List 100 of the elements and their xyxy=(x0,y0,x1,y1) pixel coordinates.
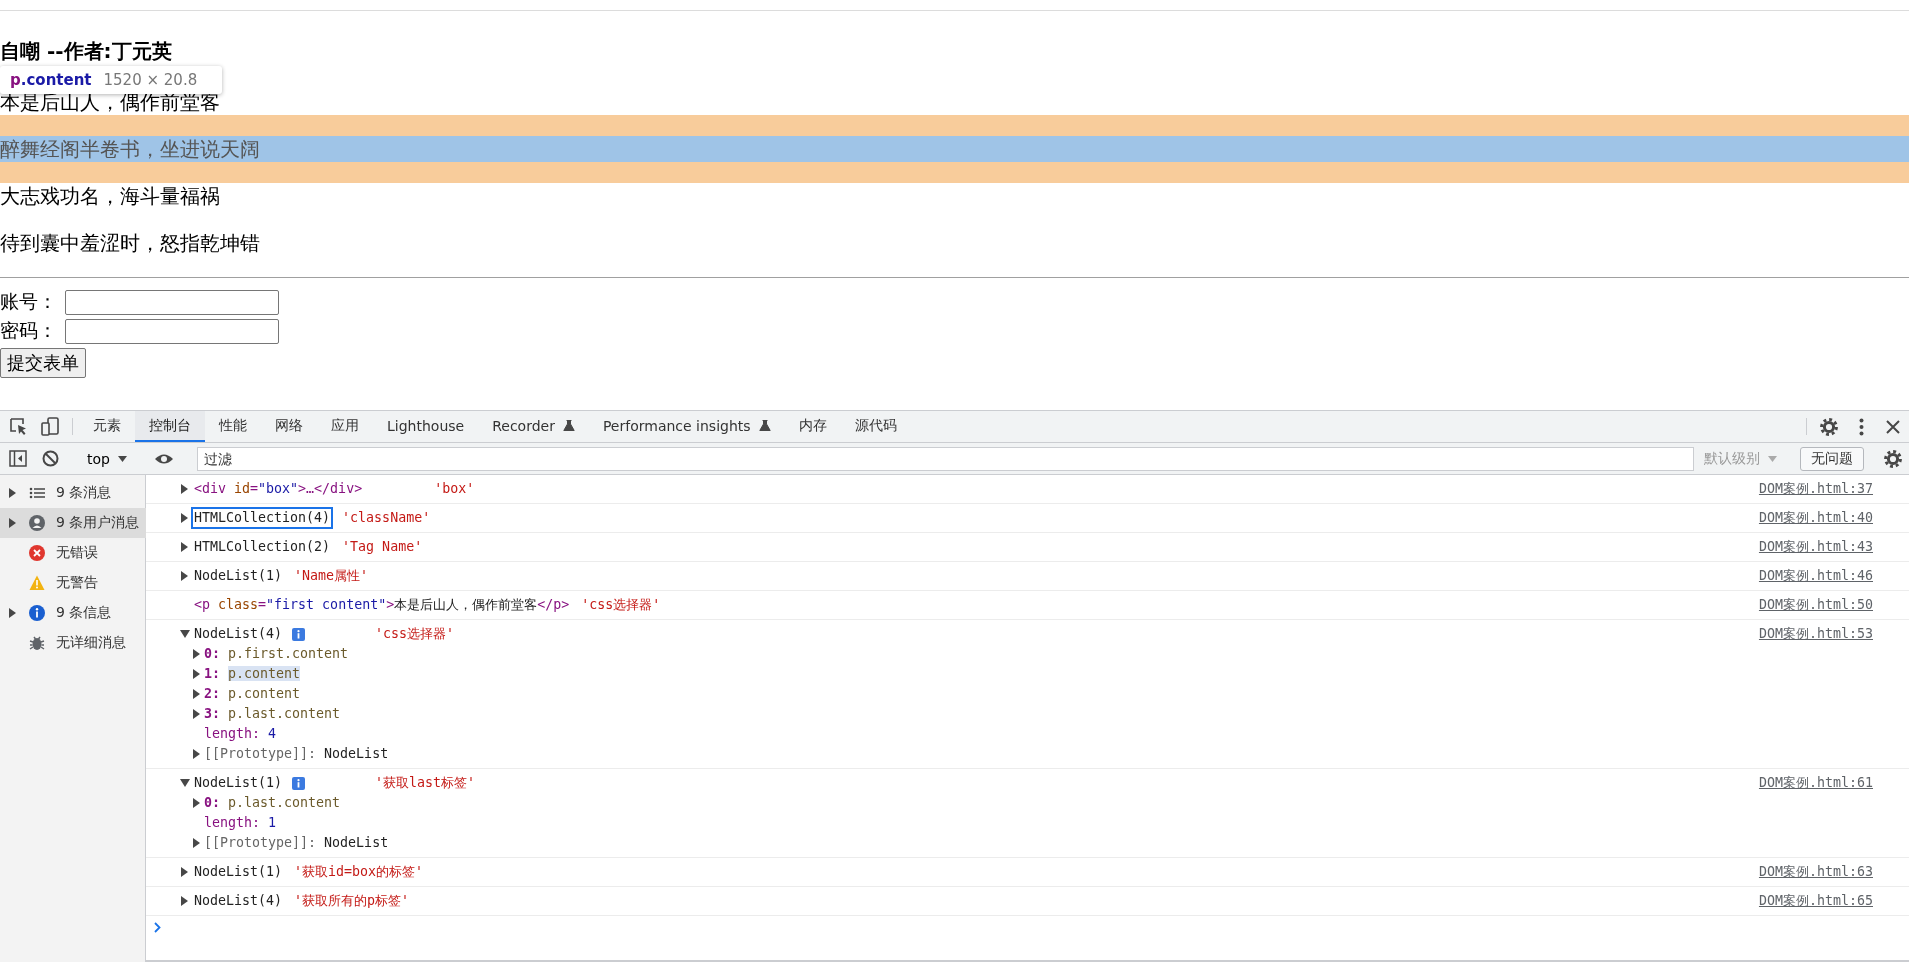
expand-arrow-icon[interactable] xyxy=(192,709,200,719)
object-summary[interactable]: NodeList(4) xyxy=(192,891,285,911)
source-link[interactable]: DOM案例.html:46 xyxy=(1758,566,1873,586)
log-label: 'css选择器' xyxy=(581,596,661,614)
property-row[interactable]: [[Prototype]]: NodeList xyxy=(204,833,389,853)
prompt-icon[interactable] xyxy=(154,922,162,933)
element-size: 1520 × 20.8 xyxy=(103,71,198,89)
panel-tab[interactable]: 内存 xyxy=(784,411,841,442)
element-preview[interactable]: <p class="first content">本是后山人，偶作前堂客</p> xyxy=(192,595,572,615)
collapse-arrow-icon[interactable] xyxy=(180,629,190,639)
settings-icon[interactable] xyxy=(1883,448,1903,469)
object-summary[interactable]: HTMLCollection(4) xyxy=(192,508,333,528)
issues-button[interactable]: 无问题 xyxy=(1800,446,1864,471)
input-field[interactable] xyxy=(65,318,279,344)
source-link[interactable]: DOM案例.html:43 xyxy=(1758,537,1873,557)
log-label: '获取last标签' xyxy=(375,774,476,792)
expand-arrow-icon[interactable] xyxy=(180,542,188,552)
panel-tab[interactable]: 控制台 xyxy=(135,411,205,442)
caret-icon xyxy=(1768,455,1777,462)
panel-tab[interactable]: 性能 xyxy=(205,411,261,442)
expand-arrow-icon[interactable] xyxy=(192,798,200,808)
expand-arrow-icon[interactable] xyxy=(192,669,200,679)
info-badge-icon xyxy=(292,627,306,641)
element-preview[interactable]: <div id="box">…</div> xyxy=(192,479,365,499)
collapse-arrow-icon[interactable] xyxy=(180,778,190,788)
log-label: 'Tag Name' xyxy=(342,538,423,556)
poem-line: 待到囊中羞涩时，怒指乾坤错 xyxy=(0,230,261,256)
property-row[interactable]: 3: p.last.content xyxy=(204,704,341,724)
expand-arrow-icon[interactable] xyxy=(192,749,200,759)
user-icon xyxy=(29,515,45,531)
property-row[interactable]: 2: p.content xyxy=(204,684,301,704)
source-link[interactable]: DOM案例.html:50 xyxy=(1758,595,1873,615)
log-label: '获取id=box的标签' xyxy=(294,863,424,881)
expand-arrow-icon[interactable] xyxy=(180,896,188,906)
page-heading: 自嘲 --作者:丁元英 xyxy=(0,38,173,64)
object-summary[interactable]: NodeList(1) xyxy=(192,862,285,882)
property-row[interactable]: length: 4 xyxy=(204,724,277,744)
log-label: 'css选择器' xyxy=(375,625,455,643)
source-link[interactable]: DOM案例.html:63 xyxy=(1758,862,1873,882)
message-filter-item[interactable]: 无详细消息 xyxy=(0,628,146,658)
list-icon xyxy=(29,486,45,500)
object-summary[interactable]: NodeList(1) xyxy=(192,773,285,793)
expand-arrow-icon[interactable] xyxy=(8,518,16,528)
sidebar-toggle-icon[interactable] xyxy=(9,450,27,467)
message-filter-item[interactable]: 无警告 xyxy=(0,568,146,598)
warning-icon xyxy=(29,575,45,591)
field-label: 密码： xyxy=(0,318,58,343)
clear-console-icon[interactable] xyxy=(41,450,59,467)
expand-arrow-icon[interactable] xyxy=(192,838,200,848)
panel-tab[interactable]: 应用 xyxy=(317,411,373,442)
settings-icon[interactable] xyxy=(1819,416,1839,437)
object-summary[interactable]: NodeList(1) xyxy=(192,566,285,586)
expand-arrow-icon[interactable] xyxy=(8,488,16,498)
panel-tab[interactable]: 网络 xyxy=(261,411,317,442)
source-link[interactable]: DOM案例.html:61 xyxy=(1758,773,1873,793)
property-row[interactable]: 0: p.last.content xyxy=(204,793,341,813)
property-row[interactable]: [[Prototype]]: NodeList xyxy=(204,744,389,764)
more-options-icon[interactable] xyxy=(1858,417,1864,436)
message-filter-item[interactable]: 9 条信息 xyxy=(0,598,146,628)
expand-arrow-icon[interactable] xyxy=(192,689,200,699)
close-icon[interactable] xyxy=(1886,419,1900,434)
context-dropdown[interactable]: top xyxy=(79,450,135,467)
info-badge-icon xyxy=(292,776,306,790)
input-field[interactable] xyxy=(65,289,279,315)
panel-tab[interactable]: 元素 xyxy=(79,411,135,442)
inspect-element-icon[interactable] xyxy=(8,417,28,436)
panel-tab[interactable]: 源代码 xyxy=(840,411,911,442)
filter-field[interactable]: 过滤 xyxy=(196,446,1694,471)
log-label: 'box' xyxy=(434,480,475,498)
property-row[interactable]: 0: p.first.content xyxy=(204,644,349,664)
submit-button[interactable]: 提交表单 xyxy=(0,348,86,378)
panel-tab[interactable]: Lighthouse xyxy=(373,411,479,442)
error-icon xyxy=(29,545,45,561)
object-summary[interactable]: NodeList(4) xyxy=(192,624,285,644)
source-link[interactable]: DOM案例.html:65 xyxy=(1758,891,1873,911)
expand-arrow-icon[interactable] xyxy=(180,867,188,877)
element-selector: p.content xyxy=(10,71,92,89)
source-link[interactable]: DOM案例.html:53 xyxy=(1758,624,1873,644)
property-row[interactable]: length: 1 xyxy=(204,813,277,833)
object-summary[interactable]: HTMLCollection(2) xyxy=(192,537,333,557)
field-label: 账号： xyxy=(0,289,58,314)
log-label: '获取所有的p标签' xyxy=(294,892,410,910)
message-filter-item[interactable]: 无错误 xyxy=(0,538,146,568)
message-filter-item[interactable]: 9 条消息 xyxy=(0,478,146,508)
device-toolbar-icon[interactable] xyxy=(41,417,59,436)
source-link[interactable]: DOM案例.html:37 xyxy=(1758,479,1873,499)
log-label: 'Name属性' xyxy=(294,567,369,585)
source-link[interactable]: DOM案例.html:40 xyxy=(1758,508,1873,528)
log-label: 'className' xyxy=(342,509,431,527)
panel-tab[interactable]: Recorder xyxy=(478,411,589,442)
caret-icon xyxy=(117,455,127,462)
expand-arrow-icon[interactable] xyxy=(192,649,200,659)
panel-tab[interactable]: Performance insights xyxy=(588,411,785,442)
bug-icon xyxy=(29,635,45,651)
expand-arrow-icon[interactable] xyxy=(180,513,188,523)
expand-arrow-icon[interactable] xyxy=(8,608,16,618)
message-filter-item[interactable]: 9 条用户消息 xyxy=(0,508,146,538)
info-icon xyxy=(29,605,45,621)
expand-arrow-icon[interactable] xyxy=(180,484,188,494)
expand-arrow-icon[interactable] xyxy=(180,571,188,581)
